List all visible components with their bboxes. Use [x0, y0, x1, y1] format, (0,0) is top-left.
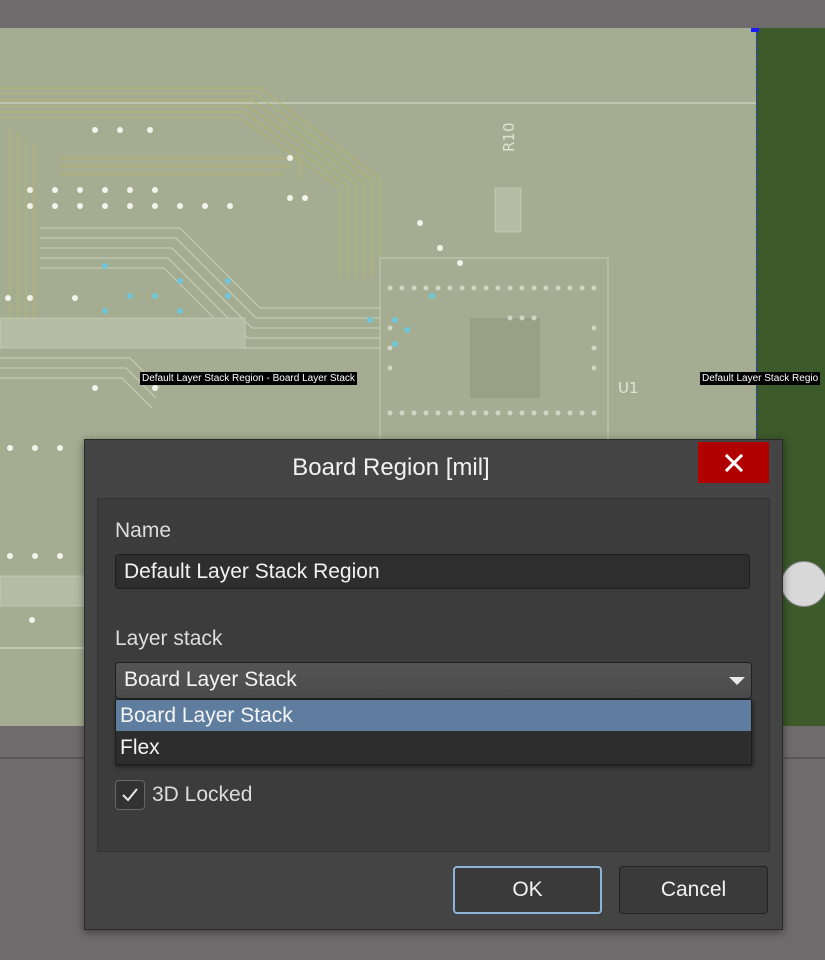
layer-stack-dropdown: Board Layer Stack Flex: [115, 699, 752, 765]
region-label-left: Default Layer Stack Region - Board Layer…: [140, 372, 357, 385]
close-button[interactable]: [698, 442, 769, 483]
option-board-layer-stack[interactable]: Board Layer Stack: [116, 700, 751, 731]
3d-locked-label: 3D Locked: [152, 783, 253, 806]
layer-stack-select[interactable]: Board Layer Stack: [115, 662, 752, 699]
designator-r10: R10: [500, 122, 518, 152]
3d-locked-checkbox[interactable]: [115, 780, 145, 810]
ok-button[interactable]: OK: [453, 866, 602, 914]
cancel-button[interactable]: Cancel: [619, 866, 768, 914]
name-label: Name: [115, 519, 172, 542]
option-flex[interactable]: Flex: [116, 732, 751, 763]
checkmark-icon: [122, 788, 138, 802]
dialog-body: Name Default Layer Stack Region Layer st…: [97, 498, 770, 852]
dialog-title: Board Region [mil]: [292, 454, 490, 481]
chevron-down-icon[interactable]: [729, 677, 745, 685]
designator-u1: U1: [618, 379, 639, 397]
close-icon: [724, 453, 743, 472]
name-input[interactable]: Default Layer Stack Region: [115, 554, 750, 589]
layer-stack-selected-value: Board Layer Stack: [124, 668, 297, 691]
board-region-dialog: Board Region [mil] Name Default Layer St…: [84, 439, 783, 930]
region-label-right: Default Layer Stack Regio: [700, 372, 821, 385]
selection-handle[interactable]: [751, 28, 759, 32]
component-circle: [781, 561, 825, 607]
layer-stack-label: Layer stack: [115, 627, 223, 650]
